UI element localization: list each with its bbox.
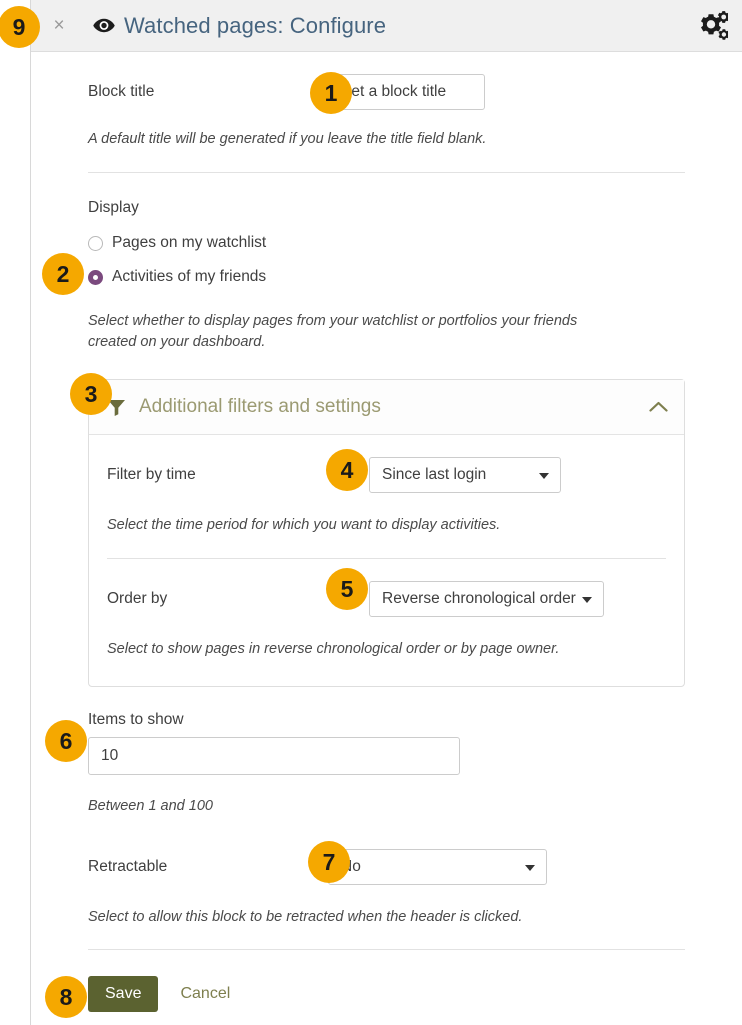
- retractable-select[interactable]: No: [328, 849, 547, 885]
- callout-badge-4: 4: [326, 449, 368, 491]
- retractable-label: Retractable: [88, 858, 328, 876]
- display-help: Select whether to display pages from you…: [88, 311, 578, 353]
- items-to-show-input[interactable]: [88, 737, 460, 775]
- order-by-row: Order by Reverse chronological order: [107, 581, 666, 617]
- block-title-label: Block title: [88, 83, 328, 101]
- radio-indicator-unselected[interactable]: [88, 236, 103, 251]
- radio-indicator-selected[interactable]: [88, 270, 103, 285]
- additional-filters-title: Additional filters and settings: [139, 396, 649, 418]
- filter-by-time-select[interactable]: Since last login: [369, 457, 561, 493]
- filter-by-time-value[interactable]: Since last login: [369, 457, 561, 493]
- modal-header: × Watched pages: Configure: [31, 0, 742, 52]
- radio-label: Activities of my friends: [112, 268, 266, 286]
- radio-pages-on-my-watchlist[interactable]: Pages on my watchlist: [88, 226, 685, 260]
- divider: [107, 558, 666, 559]
- form-actions: Save Cancel: [88, 976, 685, 1012]
- gear-icon[interactable]: [694, 10, 728, 42]
- callout-badge-2: 2: [42, 253, 84, 295]
- callout-badge-3: 3: [70, 373, 112, 415]
- save-button[interactable]: Save: [88, 976, 158, 1012]
- modal-body: Block title A default title will be gene…: [31, 74, 742, 1012]
- additional-filters-body: Filter by time Since last login Select t…: [89, 435, 684, 686]
- filter-by-time-row: Filter by time Since last login: [107, 457, 666, 493]
- eye-icon: [93, 18, 115, 33]
- callout-badge-1: 1: [310, 72, 352, 114]
- additional-filters-panel: Additional filters and settings Filter b…: [88, 379, 685, 687]
- order-by-value[interactable]: Reverse chronological order: [369, 581, 604, 617]
- items-to-show-help: Between 1 and 100: [88, 796, 685, 817]
- retractable-help: Select to allow this block to be retract…: [88, 907, 685, 928]
- page-title-text: Watched pages: Configure: [124, 13, 386, 39]
- order-by-select[interactable]: Reverse chronological order: [369, 581, 604, 617]
- configure-block-modal: × Watched pages: Configure: [30, 0, 742, 1025]
- retractable-row: Retractable No: [88, 849, 685, 885]
- close-icon[interactable]: ×: [49, 16, 69, 36]
- callout-badge-9: 9: [0, 6, 40, 48]
- items-to-show-label: Items to show: [88, 711, 685, 729]
- divider: [88, 172, 685, 173]
- filter-by-time-help: Select the time period for which you wan…: [107, 515, 666, 536]
- additional-filters-toggle[interactable]: Additional filters and settings: [89, 380, 684, 435]
- callout-badge-8: 8: [45, 976, 87, 1018]
- callout-badge-5: 5: [326, 568, 368, 610]
- block-title-help: A default title will be generated if you…: [88, 129, 685, 150]
- page-title: Watched pages: Configure: [93, 13, 386, 39]
- cancel-button[interactable]: Cancel: [174, 984, 236, 1004]
- block-title-row: Block title: [88, 74, 685, 110]
- order-by-help: Select to show pages in reverse chronolo…: [107, 639, 666, 660]
- callout-badge-7: 7: [308, 841, 350, 883]
- callout-badge-6: 6: [45, 720, 87, 762]
- radio-activities-of-my-friends[interactable]: Activities of my friends: [88, 260, 685, 294]
- retractable-value[interactable]: No: [328, 849, 547, 885]
- display-label: Display: [88, 199, 685, 217]
- radio-label: Pages on my watchlist: [112, 234, 266, 252]
- divider: [88, 949, 685, 950]
- chevron-up-icon[interactable]: [649, 401, 668, 413]
